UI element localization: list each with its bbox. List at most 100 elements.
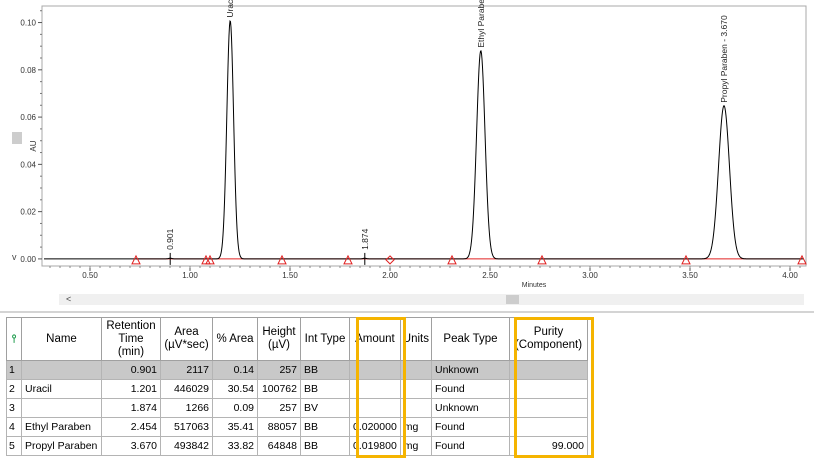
table-cell[interactable] (349, 360, 401, 380)
table-cell[interactable]: Unknown (431, 398, 510, 418)
y-tick-label: 0.08 (20, 66, 36, 75)
scroll-left-arrow-icon[interactable]: < (66, 294, 71, 304)
table-cell[interactable]: 0.901 (101, 360, 161, 380)
table-cell[interactable]: 100762 (257, 379, 301, 399)
horizontal-scroll-thumb[interactable] (506, 295, 519, 304)
chromatogram-chart: 0.00 0.02 0.04 0.06 0.08 0.10 0.50 1.00 1.50 2.00… (20, 0, 807, 289)
peak-label: Uracil - 1.201 (225, 0, 235, 18)
row-number[interactable]: 5 (6, 436, 22, 456)
peak-boundary-marker (447, 254, 457, 265)
table-cell[interactable]: Uracil (21, 379, 102, 399)
table-cell[interactable]: 2117 (160, 360, 213, 380)
table-cell[interactable]: Found (431, 417, 510, 437)
table-cell[interactable]: 0.019800 (349, 436, 401, 456)
table-cell[interactable]: Ethyl Paraben (21, 417, 102, 437)
pane-divider[interactable] (0, 311, 814, 313)
y-tick-label: 0.06 (20, 113, 36, 122)
table-cell[interactable]: 446029 (160, 379, 213, 399)
peak-label: Ethyl Paraben - 2.454 (476, 0, 486, 48)
table-cell[interactable]: 2.454 (101, 417, 161, 437)
table-cell[interactable] (509, 360, 588, 380)
table-cell[interactable] (509, 379, 588, 399)
peak-label: Propyl Paraben - 3.670 (719, 15, 729, 103)
table-cell[interactable]: 0.14 (212, 360, 258, 380)
x-tick-label: 2.00 (382, 271, 398, 280)
column-header[interactable]: Units (399, 317, 433, 361)
table-cell[interactable]: BB (300, 379, 350, 399)
x-tick-label: 0.50 (82, 271, 98, 280)
peak-table: ⫯ Name Retention Time (min) Area (µV*sec)% … (6, 317, 588, 456)
column-header[interactable]: Amount (349, 317, 401, 361)
table-cell[interactable]: 0.020000 (349, 417, 401, 437)
table-cell[interactable]: 493842 (160, 436, 213, 456)
table-corner-cell[interactable]: ⫯ (6, 317, 22, 361)
peak-boundary-marker (205, 254, 215, 265)
table-row[interactable]: 5 Propyl Paraben 3.670 493842 33.82 64848 BB 0.… (6, 436, 588, 456)
column-header[interactable]: Retention Time (min) (101, 317, 161, 361)
table-cell[interactable]: 3.670 (101, 436, 161, 456)
table-cell[interactable]: BB (300, 360, 350, 380)
column-header[interactable]: Name (21, 317, 102, 361)
chromatogram-trace (44, 20, 804, 260)
table-cell[interactable]: 64848 (257, 436, 301, 456)
chromatogram-panel: 0.00 0.02 0.04 0.06 0.08 0.10 0.50 1.00 1.50 2.00… (0, 0, 814, 306)
table-cell[interactable] (399, 398, 433, 418)
table-cell[interactable] (399, 360, 433, 380)
table-cell[interactable] (21, 398, 102, 418)
peak-boundary-marker (797, 254, 807, 265)
table-cell[interactable] (21, 360, 102, 380)
x-tick-label: 2.50 (482, 271, 498, 280)
table-cell[interactable]: 517063 (160, 417, 213, 437)
table-cell[interactable]: 30.54 (212, 379, 258, 399)
peak-label: 1.874 (360, 228, 370, 250)
table-cell[interactable]: 88057 (257, 417, 301, 437)
table-cell[interactable]: BB (300, 436, 350, 456)
table-row[interactable]: 4 Ethyl Paraben 2.454 517063 35.41 88057 BB 0.0… (6, 417, 588, 437)
column-header[interactable]: Area (µV*sec) (160, 317, 213, 361)
scroll-down-arrow-icon[interactable]: v (12, 252, 17, 262)
table-cell[interactable]: 257 (257, 398, 301, 418)
table-cell[interactable]: BV (300, 398, 350, 418)
table-cell[interactable]: 0.09 (212, 398, 258, 418)
table-cell[interactable]: Unknown (431, 360, 510, 380)
peak-boundary-marker (277, 254, 287, 265)
table-cell[interactable] (399, 379, 433, 399)
table-cell[interactable] (349, 379, 401, 399)
table-cell[interactable]: Found (431, 379, 510, 399)
valley-marker (385, 255, 395, 265)
peak-table-panel: ⫯ Name Retention Time (min) Area (µV*sec)% … (6, 317, 814, 464)
table-cell[interactable]: 1.201 (101, 379, 161, 399)
table-cell[interactable]: 257 (257, 360, 301, 380)
row-number[interactable]: 1 (6, 360, 22, 380)
table-cell[interactable]: mg (399, 417, 433, 437)
column-header[interactable]: Peak Type (431, 317, 510, 361)
column-header[interactable]: Int Type (300, 317, 350, 361)
table-row[interactable]: 1 0.901 2117 0.14 257 BB Unknown (6, 360, 588, 380)
table-cell[interactable]: mg (399, 436, 433, 456)
table-cell[interactable]: BB (300, 417, 350, 437)
peak-boundary-marker (131, 254, 141, 265)
table-cell[interactable] (349, 398, 401, 418)
row-number[interactable]: 3 (6, 398, 22, 418)
table-cell[interactable]: 33.82 (212, 436, 258, 456)
horizontal-scrollbar[interactable] (59, 294, 804, 305)
table-cell[interactable] (509, 398, 588, 418)
column-header[interactable]: Purity (Component) (509, 317, 588, 361)
row-number[interactable]: 4 (6, 417, 22, 437)
peak-pin-icon[interactable]: ⫯ (12, 333, 17, 345)
table-cell[interactable]: 1.874 (101, 398, 161, 418)
table-cell[interactable] (509, 417, 588, 437)
table-cell[interactable]: Found (431, 436, 510, 456)
table-row[interactable]: 3 1.874 1266 0.09 257 BV Unknown (6, 398, 588, 418)
table-cell[interactable]: 35.41 (212, 417, 258, 437)
table-cell[interactable]: Propyl Paraben (21, 436, 102, 456)
table-row[interactable]: 2 Uracil 1.201 446029 30.54 100762 BB Found (6, 379, 588, 399)
row-number[interactable]: 2 (6, 379, 22, 399)
table-cell[interactable]: 99.000 (509, 436, 588, 456)
column-header[interactable]: % Area (212, 317, 258, 361)
column-header[interactable]: Height (µV) (257, 317, 301, 361)
x-axis-label: Minutes (522, 282, 547, 289)
table-cell[interactable]: 1266 (160, 398, 213, 418)
y-tick-label: 0.02 (20, 208, 36, 217)
vertical-scroll-thumb[interactable] (12, 132, 22, 144)
